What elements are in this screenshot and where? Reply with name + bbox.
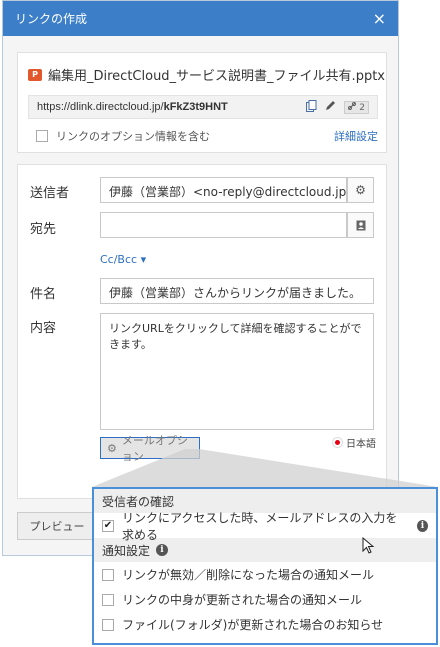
link-url-prefix: https://dlink.directcloud.jp/ <box>37 101 164 113</box>
copy-icon[interactable] <box>306 99 317 115</box>
notify-content-updated-checkbox[interactable] <box>102 593 114 606</box>
language-selector[interactable]: 日本語 <box>333 435 376 450</box>
address-book-icon <box>356 220 365 230</box>
recipient-label: 宛先 <box>30 222 57 237</box>
require-email-checkbox[interactable]: ✔ <box>102 519 114 532</box>
sender-settings-button[interactable]: ⚙ <box>347 177 374 203</box>
create-link-dialog: リンクの作成 × P 編集用_DirectCloud_サービス説明書_ファイル共… <box>2 0 399 556</box>
sender-label: 送信者 <box>30 186 70 201</box>
recipient-field[interactable] <box>100 212 347 238</box>
japan-flag-icon <box>333 438 342 447</box>
mouse-pointer-icon <box>362 537 375 554</box>
link-url-bar[interactable]: https://dlink.directcloud.jp/kFkZ3t9HNT … <box>28 95 378 119</box>
cc-bcc-label: Cc/Bcc <box>100 253 138 266</box>
link-count-badge[interactable]: 2 <box>344 100 369 114</box>
notify-invalid-label: リンクが無効／削除になった場合の通知メール <box>122 568 375 582</box>
body-label: 内容 <box>30 321 57 336</box>
info-icon[interactable]: i <box>156 544 169 556</box>
chevron-down-icon: ▾ <box>140 253 147 266</box>
notify-file-updated-option[interactable]: ファイル(フォルダ)が更新された場合のお知らせ <box>94 612 436 637</box>
include-options-checkbox[interactable] <box>36 130 48 142</box>
recipient-verification-title: 受信者の確認 <box>102 494 175 509</box>
subject-label: 件名 <box>30 287 57 302</box>
gear-icon: ⚙ <box>355 183 366 197</box>
pptx-file-icon: P <box>28 68 42 81</box>
notify-invalid-option[interactable]: リンクが無効／削除になった場合の通知メール <box>94 562 436 587</box>
edit-pencil-icon[interactable] <box>325 100 336 114</box>
details-settings-link[interactable]: 詳細設定 <box>334 128 378 144</box>
url-actions: 2 <box>306 99 369 115</box>
preview-button[interactable]: プレビュー <box>17 512 97 540</box>
link-url[interactable]: https://dlink.directcloud.jp/kFkZ3t9HNT <box>37 101 306 113</box>
notify-content-updated-option[interactable]: リンクの中身が更新された場合の通知メール <box>94 587 436 612</box>
address-book-button[interactable] <box>347 212 374 238</box>
include-options-label: リンクのオプション情報を含む <box>56 130 210 143</box>
notify-file-updated-checkbox[interactable] <box>102 618 114 631</box>
body-textarea[interactable]: リンクURLをクリックして詳細を確認することができます。 <box>100 313 374 430</box>
info-icon[interactable]: i <box>417 519 428 532</box>
sender-field[interactable]: 伊藤（営業部）<no-reply@directcloud.jp> <box>100 177 347 203</box>
require-email-option[interactable]: ✔ リンクにアクセスした時、メールアドレスの入力を求める i <box>94 511 436 542</box>
gear-icon: ⚙ <box>107 441 117 455</box>
subject-field[interactable]: 伊藤（営業部）さんからリンクが届きました。 <box>100 278 374 304</box>
notify-content-updated-label: リンクの中身が更新された場合の通知メール <box>122 593 363 607</box>
link-url-code: kFkZ3t9HNT <box>163 101 228 113</box>
email-form: 送信者 伊藤（営業部）<no-reply@directcloud.jp> ⚙ 宛… <box>17 164 387 499</box>
mail-options-label: メールオプション <box>121 434 188 463</box>
dialog-titlebar: リンクの作成 × <box>3 1 398 36</box>
mail-options-popup: 受信者の確認 ✔ リンクにアクセスした時、メールアドレスの入力を求める i 通知… <box>92 487 438 645</box>
notify-invalid-checkbox[interactable] <box>102 568 114 581</box>
file-name: 編集用_DirectCloud_サービス説明書_ファイル共有.pptx <box>48 69 385 84</box>
notification-settings-title: 通知設定 <box>102 543 151 558</box>
language-label: 日本語 <box>346 439 376 450</box>
cc-bcc-toggle[interactable]: Cc/Bcc ▾ <box>100 253 146 266</box>
mail-options-button[interactable]: ⚙ メールオプション <box>100 434 200 463</box>
notify-file-updated-label: ファイル(フォルダ)が更新された場合のお知らせ <box>122 618 384 632</box>
link-count-value: 2 <box>359 102 365 113</box>
dialog-title: リンクの作成 <box>15 12 88 26</box>
file-row: P 編集用_DirectCloud_サービス説明書_ファイル共有.pptx <box>28 65 385 84</box>
link-info-panel: P 編集用_DirectCloud_サービス説明書_ファイル共有.pptx ht… <box>17 52 387 153</box>
close-icon[interactable]: × <box>373 10 386 27</box>
link-options-row: リンクのオプション情報を含む 詳細設定 <box>36 128 378 144</box>
